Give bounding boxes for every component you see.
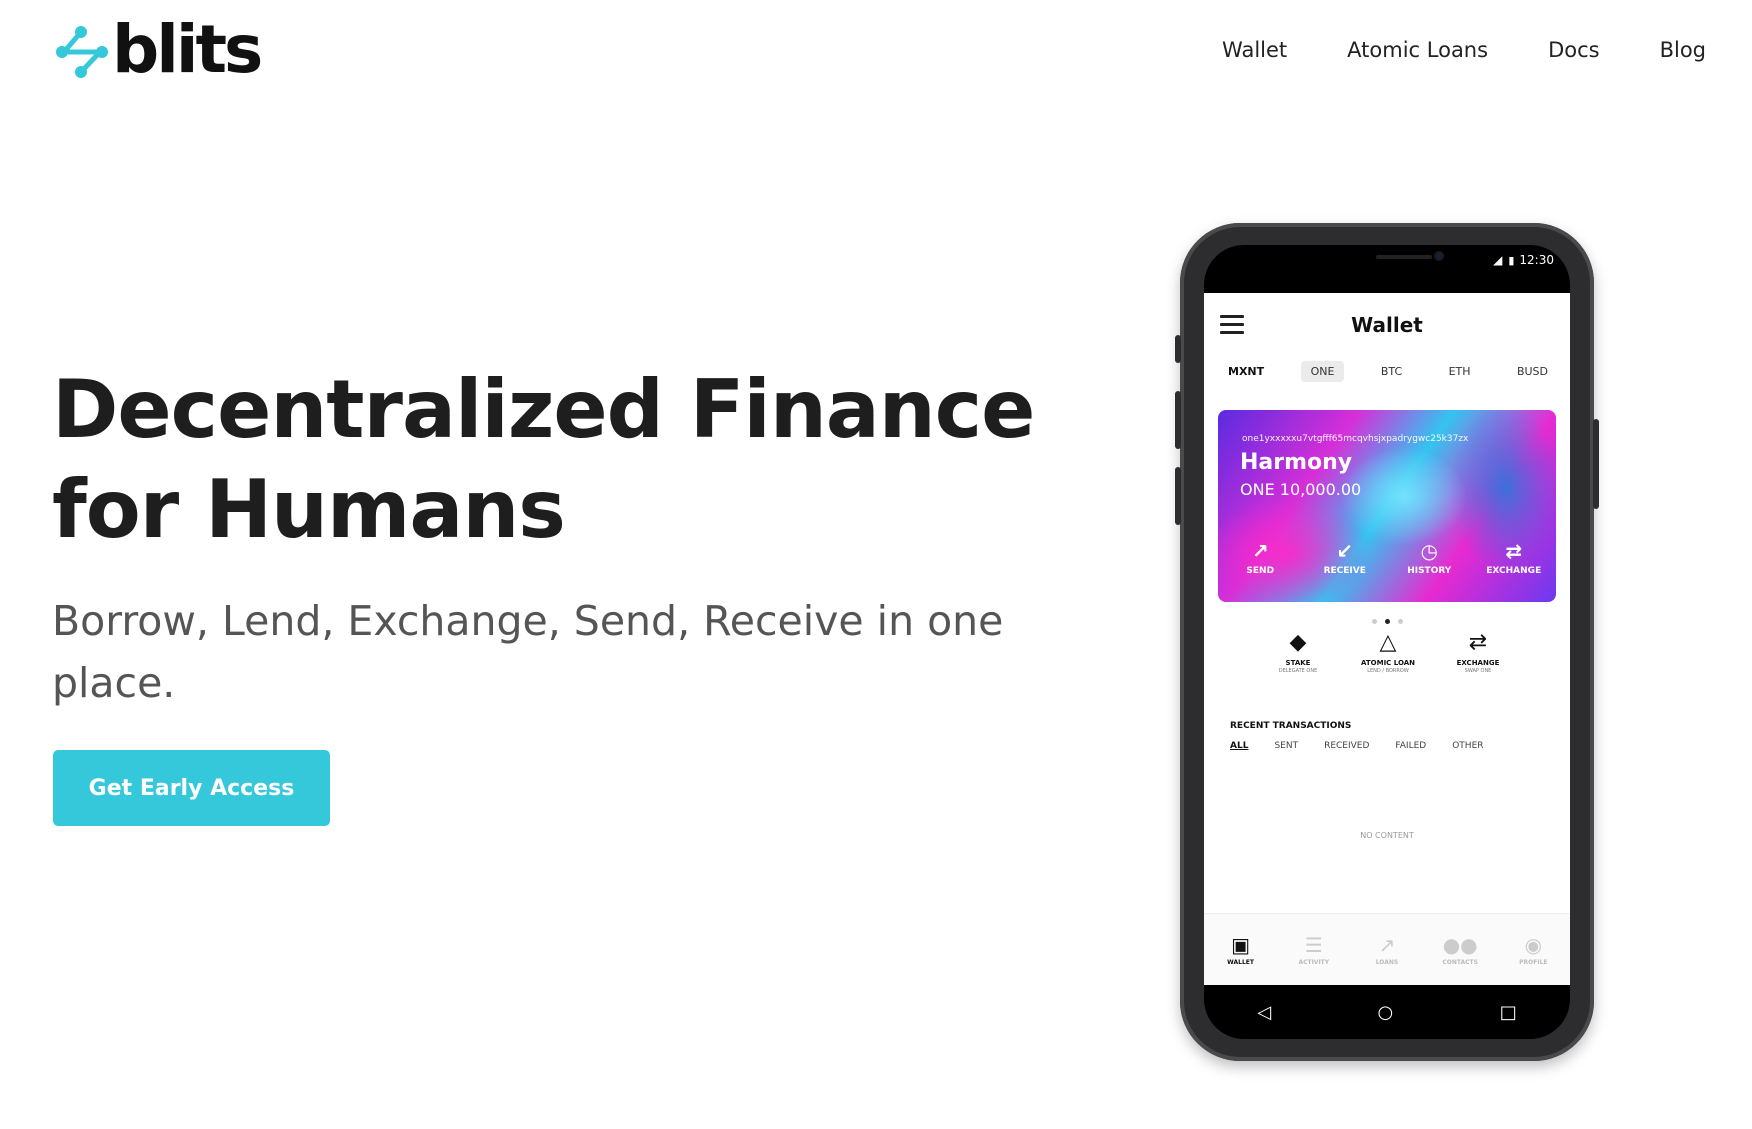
phone-speaker <box>1376 255 1432 259</box>
top-nav: Wallet Atomic Loans Docs Blog <box>1162 38 1706 62</box>
clock-icon: ◷ <box>1420 539 1438 563</box>
tab-eth[interactable]: ETH <box>1439 361 1481 382</box>
nav-link-wallet[interactable]: Wallet <box>1222 38 1287 62</box>
trending-up-icon: ↗ <box>1378 932 1396 957</box>
wallet-address: one1yxxxxxu7vtgfff65mcqvhsjxpadrygwc25k3… <box>1242 434 1469 444</box>
currency-tabs: MXNT ONE BTC ETH BUSD <box>1218 361 1558 382</box>
home-icon[interactable]: ○ <box>1378 1002 1394 1023</box>
layers-icon: ◆ <box>1289 630 1307 655</box>
recent-transactions-title: RECENT TRANSACTIONS <box>1230 721 1352 731</box>
logo-mark-icon <box>56 26 108 78</box>
bottom-nav-label: ACTIVITY <box>1298 958 1330 966</box>
quick-exchange-button[interactable]: ⇄ EXCHANGE SWAP ONE <box>1438 630 1518 675</box>
status-bar: ◢ ▮ 12:30 <box>1493 253 1554 267</box>
bottom-nav: ▣ WALLET ☰ ACTIVITY ↗ LOANS ●● CONTACTS … <box>1204 913 1570 985</box>
triangle-icon: △ <box>1379 630 1397 655</box>
logo-text: blits <box>112 11 263 88</box>
phone-side-button <box>1175 467 1181 525</box>
wallet-app: Wallet MXNT ONE BTC ETH BUSD one1yxxxxxu… <box>1204 293 1570 985</box>
quick-exchange-sublabel: SWAP ONE <box>1464 668 1492 674</box>
bottom-nav-loans[interactable]: ↗ LOANS <box>1357 934 1417 966</box>
stake-label: STAKE <box>1285 659 1311 667</box>
bottom-nav-label: CONTACTS <box>1442 958 1478 966</box>
tab-one[interactable]: ONE <box>1300 361 1345 382</box>
tab-mxnt[interactable]: MXNT <box>1218 361 1274 382</box>
carousel-dot[interactable] <box>1384 619 1390 624</box>
exchange-label: EXCHANGE <box>1486 566 1542 576</box>
arrow-up-right-icon: ↗ <box>1251 539 1269 563</box>
receive-button[interactable]: ↙ RECEIVE <box>1310 540 1380 576</box>
atomic-loan-sublabel: LEND / BORROW <box>1367 668 1409 674</box>
atomic-loan-label: ATOMIC LOAN <box>1361 659 1415 667</box>
app-header: Wallet <box>1204 293 1570 351</box>
wallet-balance: ONE 10,000.00 <box>1240 480 1362 499</box>
carousel-dot[interactable] <box>1397 619 1403 624</box>
phone-notch <box>1284 245 1486 277</box>
nav-link-blog[interactable]: Blog <box>1660 38 1706 62</box>
bottom-nav-activity[interactable]: ☰ ACTIVITY <box>1284 934 1344 966</box>
wallet-name: Harmony <box>1240 450 1353 475</box>
transaction-filters: ALL SENT RECEIVED FAILED OTHER <box>1230 741 1510 751</box>
quick-actions: ◆ STAKE DELEGATE ONE △ ATOMIC LOAN LEND … <box>1258 630 1518 675</box>
nav-link-atomic-loans[interactable]: Atomic Loans <box>1347 38 1488 62</box>
recents-icon[interactable]: □ <box>1500 1002 1517 1023</box>
phone-mockup: ◢ ▮ 12:30 Wallet MXNT ONE BTC ETH BUSD o… <box>1175 223 1599 1061</box>
bottom-nav-contacts[interactable]: ●● CONTACTS <box>1430 934 1490 966</box>
logo[interactable]: blits <box>54 17 263 83</box>
signal-icon: ◢ <box>1493 253 1503 267</box>
status-time: 12:30 <box>1519 253 1554 267</box>
hero-subtitle: Borrow, Lend, Exchange, Send, Receive in… <box>52 597 1004 707</box>
phone-side-button <box>1175 391 1181 449</box>
bottom-nav-profile[interactable]: ◉ PROFILE <box>1503 934 1563 966</box>
battery-icon: ▮ <box>1508 253 1515 267</box>
carousel-dots <box>1204 609 1570 628</box>
carousel-dot[interactable] <box>1371 619 1377 624</box>
bottom-nav-wallet[interactable]: ▣ WALLET <box>1211 934 1271 966</box>
phone-side-button <box>1593 419 1599 509</box>
history-label: HISTORY <box>1407 566 1452 576</box>
card-actions: ↗ SEND ↙ RECEIVE ◷ HISTORY ⇄ EXCHANGE <box>1218 540 1556 576</box>
wallet-icon: ▣ <box>1231 932 1251 957</box>
quick-exchange-label: EXCHANGE <box>1456 659 1500 667</box>
user-circle-icon: ◉ <box>1524 932 1543 957</box>
bottom-nav-label: WALLET <box>1227 958 1255 966</box>
filter-all[interactable]: ALL <box>1230 741 1248 751</box>
list-icon: ☰ <box>1304 932 1323 957</box>
hero-title: Decentralized Finance for Humans <box>52 360 1052 560</box>
history-button[interactable]: ◷ HISTORY <box>1394 540 1464 576</box>
wallet-card[interactable]: one1yxxxxxu7vtgfff65mcqvhsjxpadrygwc25k3… <box>1218 410 1556 602</box>
filter-sent[interactable]: SENT <box>1274 741 1298 751</box>
nav-link-docs[interactable]: Docs <box>1548 38 1600 62</box>
exchange-button[interactable]: ⇄ EXCHANGE <box>1479 540 1549 576</box>
phone-camera <box>1434 251 1444 261</box>
app-title: Wallet <box>1351 313 1423 337</box>
stake-button[interactable]: ◆ STAKE DELEGATE ONE <box>1258 630 1338 675</box>
back-icon[interactable]: ◁ <box>1257 1002 1271 1023</box>
phone-side-button <box>1175 335 1181 363</box>
tab-busd[interactable]: BUSD <box>1507 361 1558 382</box>
hero-title-line1: Decentralized Finance <box>52 363 1035 456</box>
stake-sublabel: DELEGATE ONE <box>1278 668 1318 674</box>
filter-received[interactable]: RECEIVED <box>1324 741 1369 751</box>
tab-btc[interactable]: BTC <box>1371 361 1412 382</box>
get-early-access-button[interactable]: Get Early Access <box>53 750 330 826</box>
arrow-down-left-icon: ↙ <box>1336 539 1354 563</box>
bottom-nav-label: LOANS <box>1375 958 1399 966</box>
receive-label: RECEIVE <box>1323 566 1366 576</box>
filter-other[interactable]: OTHER <box>1452 741 1483 751</box>
filter-failed[interactable]: FAILED <box>1395 741 1426 751</box>
send-button[interactable]: ↗ SEND <box>1225 540 1295 576</box>
swap-icon: ⇄ <box>1505 539 1523 563</box>
hero-title-line2: for Humans <box>52 463 566 556</box>
empty-state: NO CONTENT <box>1360 831 1414 840</box>
people-icon: ●● <box>1442 932 1478 957</box>
bottom-nav-label: PROFILE <box>1519 958 1548 966</box>
atomic-loan-button[interactable]: △ ATOMIC LOAN LEND / BORROW <box>1348 630 1428 675</box>
phone-screen: ◢ ▮ 12:30 Wallet MXNT ONE BTC ETH BUSD o… <box>1204 245 1570 1039</box>
android-nav-bar: ◁ ○ □ <box>1204 985 1570 1039</box>
send-label: SEND <box>1246 566 1275 576</box>
swap-icon: ⇄ <box>1468 630 1488 655</box>
